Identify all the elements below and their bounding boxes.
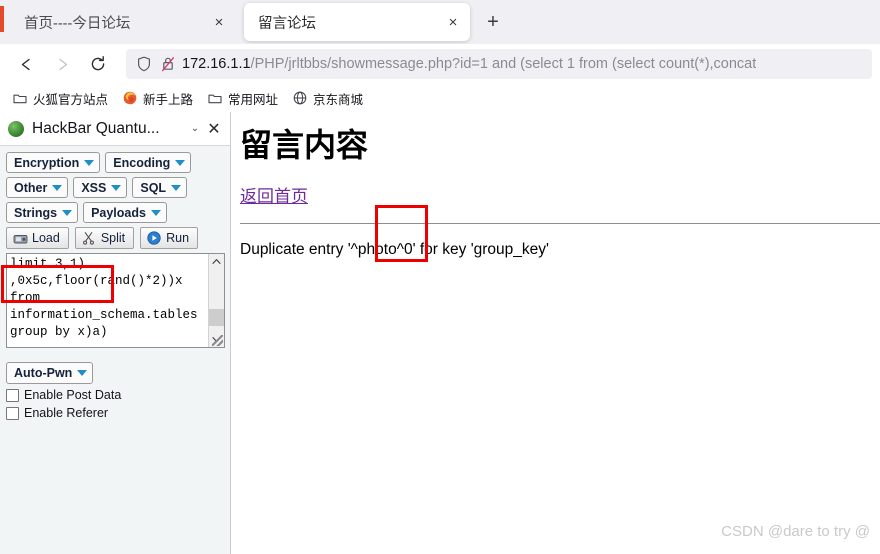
shield-icon[interactable]	[134, 54, 154, 74]
tab-item-0[interactable]: 首页----今日论坛 ×	[10, 3, 236, 41]
bookmark-label: 常用网址	[228, 92, 279, 107]
tab-strip: 首页----今日论坛 × 留言论坛 × +	[0, 0, 880, 44]
other-label: Other	[14, 180, 48, 195]
auto-pwn-button[interactable]: Auto-Pwn	[6, 362, 94, 384]
back-to-home-link[interactable]: 返回首页	[240, 182, 308, 207]
run-label: Run	[166, 231, 190, 245]
bookmark-item-0[interactable]: 火狐官方站点	[12, 89, 108, 108]
browser-window: 首页----今日论坛 × 留言论坛 × + 172.16.1.1/PHP/jrl…	[0, 0, 880, 554]
xss-button[interactable]: XSS	[73, 177, 128, 198]
sidebar-body: Encryption Encoding Other XSS SQL String…	[0, 146, 230, 420]
page-content: 留言内容 返回首页 Duplicate entry '^photo^0' for…	[231, 112, 880, 554]
encoding-button[interactable]: Encoding	[105, 152, 192, 173]
back-arrow-icon[interactable]	[10, 49, 42, 79]
chevron-down-icon[interactable]: ⌄	[186, 123, 204, 134]
chevron-down-icon	[111, 184, 122, 191]
enable-referer-label: Enable Referer	[24, 406, 109, 420]
divider	[240, 223, 880, 224]
bookmark-label: 火狐官方站点	[33, 92, 109, 107]
folder-icon	[207, 90, 223, 106]
enable-referer-row[interactable]: Enable Referer	[6, 406, 230, 420]
url-path: /PHP/jrltbbs/showmessage.php?id=1 and (s…	[250, 56, 757, 72]
navigation-toolbar: 172.16.1.1/PHP/jrltbbs/showmessage.php?i…	[0, 44, 880, 84]
run-button[interactable]: Run	[140, 227, 199, 249]
scroll-track[interactable]	[208, 269, 224, 332]
hackbar-textarea-value[interactable]: limit 3,1) ,0x5c,floor(rand()*2))x from …	[7, 254, 208, 347]
tab-title: 留言论坛	[258, 15, 316, 32]
sql-error-message: Duplicate entry '^photo^0' for key 'grou…	[240, 241, 549, 258]
close-icon[interactable]: ×	[208, 11, 230, 33]
split-button[interactable]: Split	[74, 227, 135, 249]
xss-label: XSS	[81, 180, 107, 195]
sidebar-title: HackBar Quantu...	[32, 119, 160, 137]
sql-label: SQL	[140, 180, 167, 195]
lock-slashed-icon[interactable]	[158, 54, 178, 74]
bookmark-label: 新手上路	[143, 92, 194, 107]
bookmark-label: 京东商城	[313, 92, 364, 107]
bookmark-item-1[interactable]: 新手上路	[122, 89, 193, 108]
auto-pwn-label: Auto-Pwn	[14, 366, 73, 380]
close-icon[interactable]: ×	[442, 11, 464, 33]
hackbar-textarea[interactable]: limit 3,1) ,0x5c,floor(rand()*2))x from …	[6, 253, 225, 348]
encryption-button[interactable]: Encryption	[6, 152, 101, 173]
scroll-up-icon[interactable]	[209, 254, 225, 269]
hackbar-icon	[8, 120, 24, 137]
bookmark-item-2[interactable]: 常用网址	[207, 89, 278, 108]
url-bar[interactable]: 172.16.1.1/PHP/jrltbbs/showmessage.php?i…	[126, 49, 872, 79]
strings-label: Strings	[14, 205, 58, 220]
sql-button[interactable]: SQL	[132, 177, 188, 198]
tab-title: 首页----今日论坛	[24, 15, 131, 32]
new-tab-button[interactable]: +	[478, 7, 508, 37]
enable-post-data-checkbox[interactable]	[6, 388, 19, 402]
hackbar-button-row-1: Other XSS SQL	[6, 177, 230, 198]
close-icon[interactable]: ✕	[204, 119, 224, 139]
url-host: 172.16.1.1	[182, 56, 251, 72]
split-label: Split	[100, 231, 126, 245]
chevron-down-icon	[77, 370, 88, 376]
scissors-icon	[81, 231, 97, 246]
other-button[interactable]: Other	[6, 177, 69, 198]
folder-icon	[12, 90, 28, 106]
sidebar-header: HackBar Quantu... ⌄ ✕	[0, 112, 230, 146]
autopwn-wrapper: Auto-Pwn	[6, 362, 230, 384]
reload-icon[interactable]	[82, 49, 114, 79]
chevron-down-icon	[84, 159, 95, 166]
tab-item-1[interactable]: 留言论坛 ×	[244, 3, 470, 41]
enable-post-data-row[interactable]: Enable Post Data	[6, 388, 230, 402]
hackbar-button-row-2: Strings Payloads	[6, 202, 230, 223]
load-label: Load	[32, 231, 60, 245]
textarea-scrollbar[interactable]	[208, 254, 224, 347]
forward-arrow-icon	[46, 49, 78, 79]
chevron-down-icon	[171, 184, 182, 191]
payloads-button[interactable]: Payloads	[83, 202, 167, 223]
chevron-down-icon	[175, 159, 186, 166]
chevron-down-icon	[62, 209, 73, 216]
page-title: 留言内容	[240, 126, 369, 164]
play-icon	[146, 231, 162, 246]
url-text: 172.16.1.1/PHP/jrltbbs/showmessage.php?i…	[182, 49, 756, 79]
hackbar-button-row-0: Encryption Encoding	[6, 152, 230, 173]
firefox-icon	[122, 90, 138, 106]
load-icon	[12, 231, 28, 246]
scroll-thumb[interactable]	[208, 309, 224, 326]
bookmark-item-3[interactable]: 京东商城	[292, 89, 363, 108]
strings-button[interactable]: Strings	[6, 202, 79, 223]
window-edge-marker	[0, 6, 4, 32]
hackbar-sidebar: HackBar Quantu... ⌄ ✕ Encryption Encodin…	[0, 112, 231, 554]
globe-icon	[292, 90, 308, 106]
chevron-down-icon	[52, 184, 63, 191]
bookmarks-bar: 火狐官方站点 新手上路 常用网址 京东商城	[0, 84, 880, 112]
encoding-label: Encoding	[113, 155, 171, 170]
enable-post-data-label: Enable Post Data	[24, 388, 122, 402]
watermark: CSDN @dare to try @	[721, 523, 870, 540]
resize-grip-icon[interactable]	[212, 335, 223, 346]
hackbar-action-row: Load Split Run	[6, 227, 230, 249]
load-button[interactable]: Load	[6, 227, 69, 249]
payloads-label: Payloads	[91, 205, 146, 220]
encryption-label: Encryption	[14, 155, 80, 170]
enable-referer-checkbox[interactable]	[6, 406, 19, 420]
chevron-down-icon	[150, 209, 161, 216]
